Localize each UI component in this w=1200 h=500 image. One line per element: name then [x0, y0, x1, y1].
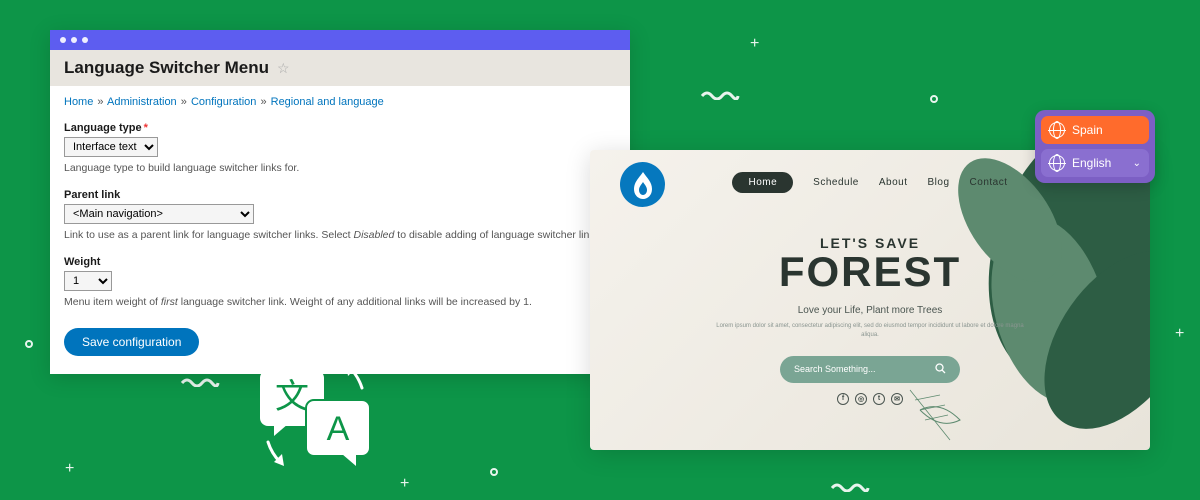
breadcrumb: Home » Administration » Configuration » … [64, 96, 616, 108]
twitter-icon[interactable]: t [873, 393, 885, 405]
globe-icon [1049, 155, 1065, 171]
hero-section: LET'S SAVE FOREST Love your Life, Plant … [710, 235, 1030, 405]
field-label-text: Language type [64, 122, 142, 134]
nav-item-contact[interactable]: Contact [970, 177, 1008, 188]
desc-text: Link to use as a parent link for languag… [64, 229, 354, 241]
desc-em: first [161, 296, 178, 308]
lang-option-english[interactable]: English ⌄ [1041, 149, 1149, 177]
field-language-type: Language type* Interface text Language t… [64, 122, 616, 177]
globe-icon [1049, 122, 1065, 138]
nav-item-schedule[interactable]: Schedule [813, 177, 859, 188]
breadcrumb-link[interactable]: Administration [107, 96, 177, 108]
chrome-dot-icon [60, 37, 66, 43]
language-switcher: Spain English ⌄ [1035, 110, 1155, 183]
circle-icon [490, 468, 498, 476]
admin-window: Language Switcher Menu ☆ Home » Administ… [50, 30, 630, 374]
window-chrome [50, 30, 630, 50]
nav-item-about[interactable]: About [879, 177, 908, 188]
lang-label: English [1072, 156, 1111, 170]
circle-icon [25, 340, 33, 348]
plus-icon: + [65, 460, 74, 478]
hero-title: FOREST [710, 253, 1030, 291]
language-type-select[interactable]: Interface text [64, 137, 158, 157]
field-description: Link to use as a parent link for languag… [64, 228, 616, 244]
desc-text: to disable adding of language switcher l… [394, 229, 602, 241]
field-label: Weight [64, 256, 616, 268]
parent-link-select[interactable]: <Main navigation> [64, 204, 254, 224]
breadcrumb-link[interactable]: Regional and language [271, 96, 384, 108]
breadcrumb-sep: » [181, 96, 187, 108]
star-icon[interactable]: ☆ [277, 60, 290, 77]
breadcrumb-link[interactable]: Home [64, 96, 93, 108]
admin-body: Home » Administration » Configuration » … [50, 86, 630, 374]
site-preview: Home Schedule About Blog Contact LET'S S… [590, 150, 1150, 450]
save-button[interactable]: Save configuration [64, 328, 199, 356]
plus-icon: + [750, 35, 759, 53]
chrome-dot-icon [71, 37, 77, 43]
breadcrumb-sep: » [97, 96, 103, 108]
svg-text:A: A [327, 410, 350, 448]
translate-illustration-icon: 文 A [240, 340, 390, 490]
mail-icon[interactable]: ✉ [891, 393, 903, 405]
field-description: Menu item weight of first language switc… [64, 295, 616, 311]
facebook-icon[interactable]: f [837, 393, 849, 405]
search-icon [935, 363, 946, 376]
social-row: f ◎ t ✉ [710, 393, 1030, 405]
hero-lorem: Lorem ipsum dolor sit amet, consectetur … [710, 322, 1030, 340]
nav-item-home[interactable]: Home [732, 172, 793, 193]
chrome-dot-icon [82, 37, 88, 43]
breadcrumb-sep: » [260, 96, 266, 108]
circle-icon [930, 95, 938, 103]
field-weight: Weight 1 Menu item weight of first langu… [64, 256, 616, 311]
field-label: Language type* [64, 122, 616, 134]
hero-tagline: Love your Life, Plant more Trees [710, 305, 1030, 316]
field-description: Language type to build language switcher… [64, 161, 616, 177]
svg-text:文: 文 [275, 378, 309, 416]
nav-item-blog[interactable]: Blog [928, 177, 950, 188]
field-label: Parent link [64, 189, 616, 201]
search-placeholder: Search Something... [794, 364, 876, 374]
plus-icon: + [400, 475, 409, 493]
field-parent-link: Parent link <Main navigation> Link to us… [64, 189, 616, 244]
plus-icon: + [1175, 325, 1184, 343]
weight-select[interactable]: 1 [64, 271, 112, 291]
lang-option-spain[interactable]: Spain [1041, 116, 1149, 144]
instagram-icon[interactable]: ◎ [855, 393, 867, 405]
squiggle-icon [180, 375, 220, 387]
desc-text: language switcher link. Weight of any ad… [178, 296, 532, 308]
chevron-down-icon: ⌄ [1133, 158, 1141, 169]
required-mark: * [144, 122, 148, 134]
admin-title-bar: Language Switcher Menu ☆ [50, 50, 630, 86]
squiggle-icon [830, 480, 870, 492]
breadcrumb-link[interactable]: Configuration [191, 96, 256, 108]
search-input[interactable]: Search Something... [780, 356, 960, 383]
lang-label: Spain [1072, 123, 1103, 137]
squiggle-icon [700, 88, 740, 100]
desc-em: Disabled [354, 229, 395, 241]
page-title: Language Switcher Menu [64, 58, 269, 78]
desc-text: Menu item weight of [64, 296, 161, 308]
